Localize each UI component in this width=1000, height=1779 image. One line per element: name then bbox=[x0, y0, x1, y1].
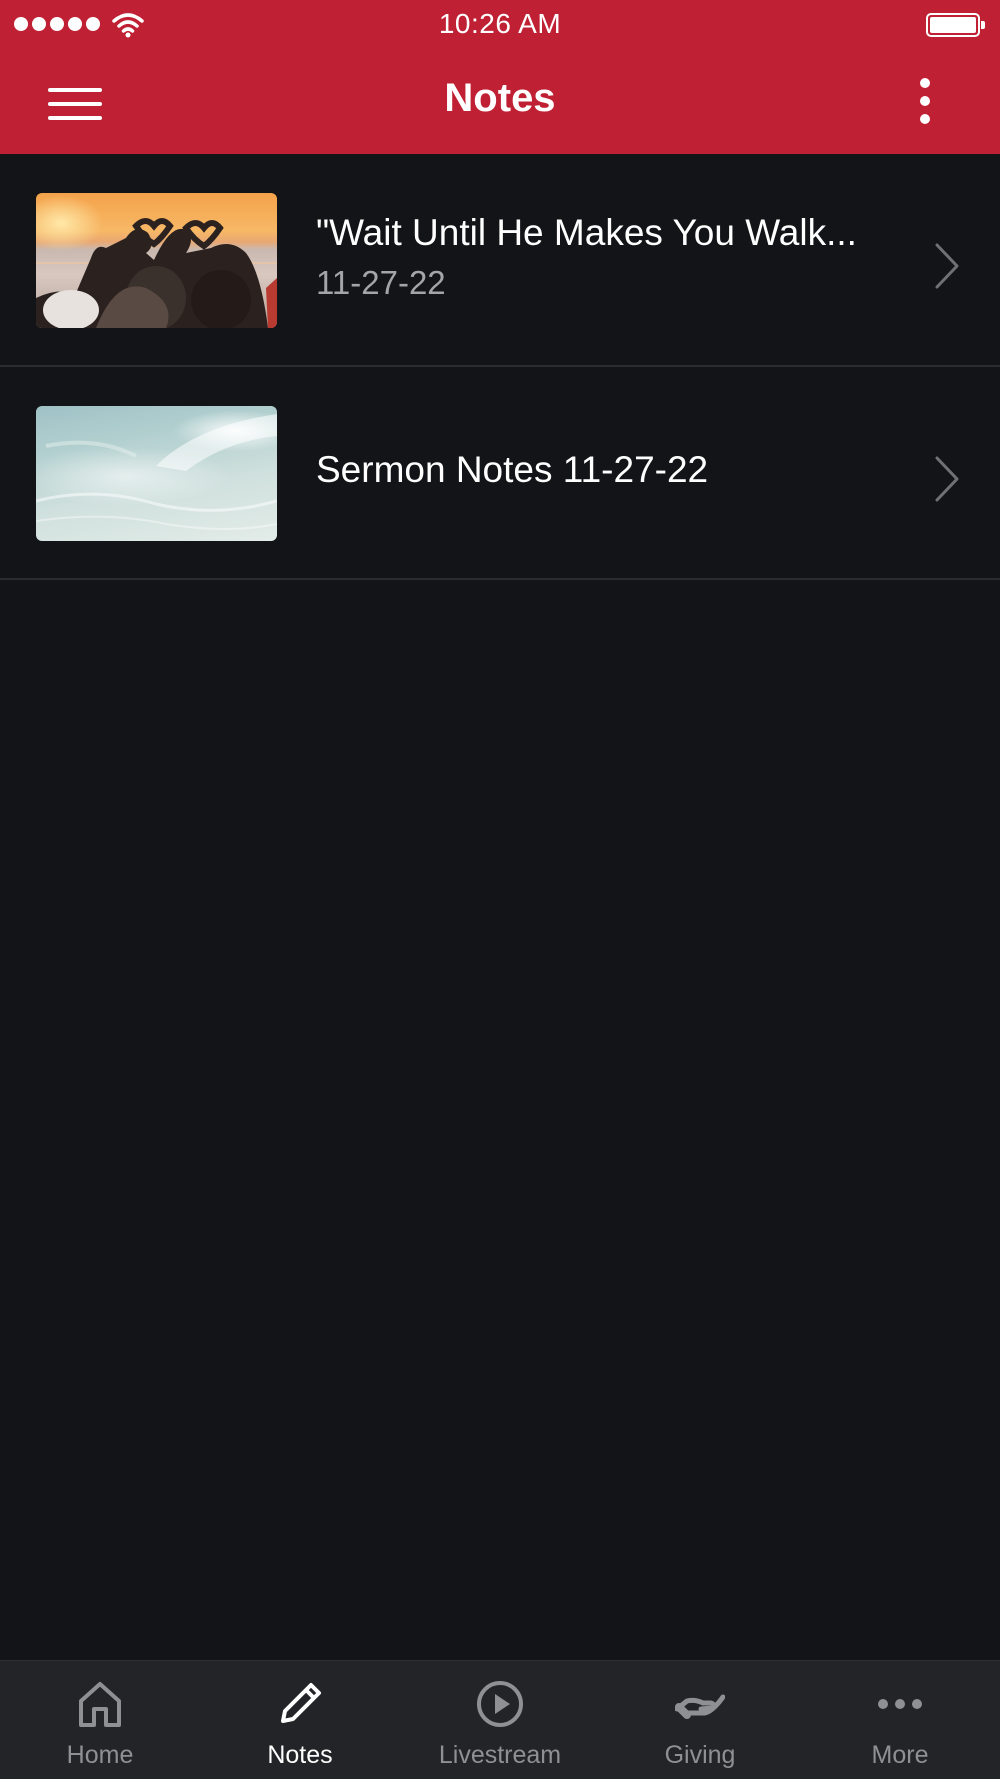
giving-hand-icon bbox=[675, 1694, 725, 1719]
page-title: Notes bbox=[444, 76, 556, 120]
note-thumbnail bbox=[36, 406, 277, 541]
tab-label: Livestream bbox=[438, 1741, 562, 1769]
note-title: "Wait Until He Makes You Walk... bbox=[316, 212, 857, 253]
play-circle-icon bbox=[477, 1681, 523, 1727]
note-list-item[interactable]: "Wait Until He Makes You Walk... 11-27-2… bbox=[0, 154, 1000, 367]
tab-giving[interactable]: Giving bbox=[600, 1661, 800, 1779]
note-list-item[interactable]: Sermon Notes 11-27-22 bbox=[0, 367, 1000, 580]
chevron-right-icon bbox=[935, 456, 959, 502]
ellipsis-icon bbox=[878, 1699, 922, 1709]
navigation-bar: Notes bbox=[0, 50, 1000, 154]
notes-list: "Wait Until He Makes You Walk... 11-27-2… bbox=[0, 154, 1000, 580]
tab-more[interactable]: More bbox=[800, 1661, 1000, 1779]
note-title: Sermon Notes 11-27-22 bbox=[316, 449, 709, 490]
note-date: 11-27-22 bbox=[316, 264, 446, 301]
battery-icon bbox=[926, 13, 985, 37]
tab-label: Giving bbox=[664, 1741, 736, 1769]
status-bar: 10:26 AM bbox=[0, 0, 1000, 50]
tab-bar: Home Notes Livestream Giving More bbox=[0, 1660, 1000, 1779]
tab-label: Home bbox=[66, 1741, 134, 1769]
tab-label: More bbox=[871, 1741, 929, 1769]
status-time: 10:26 AM bbox=[438, 8, 562, 39]
more-options-button[interactable] bbox=[900, 74, 950, 130]
home-icon bbox=[79, 1682, 121, 1727]
pencil-icon bbox=[281, 1683, 321, 1723]
note-thumbnail bbox=[36, 193, 277, 328]
chevron-right-icon bbox=[935, 243, 959, 289]
tab-livestream[interactable]: Livestream bbox=[400, 1661, 600, 1779]
tab-label: Notes bbox=[267, 1741, 333, 1769]
tab-home[interactable]: Home bbox=[0, 1661, 200, 1779]
tab-notes[interactable]: Notes bbox=[200, 1661, 400, 1779]
